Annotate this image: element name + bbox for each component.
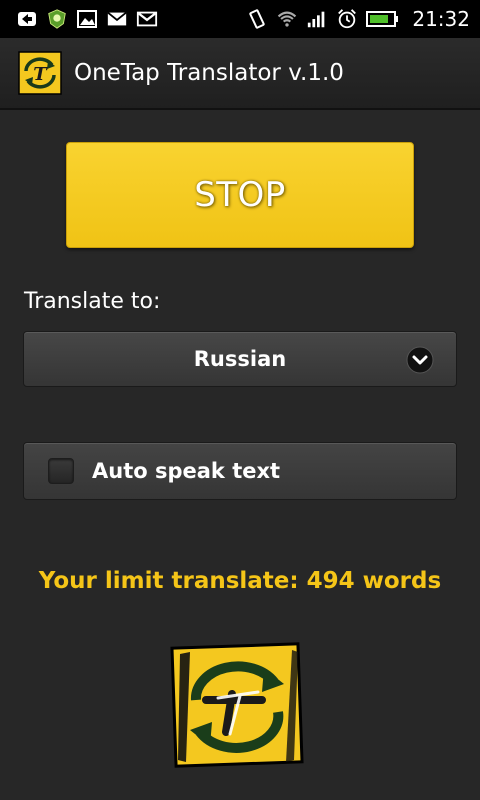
shield-app-icon: [46, 8, 68, 30]
auto-speak-toggle[interactable]: Auto speak text: [23, 442, 457, 500]
gmail-icon: [136, 8, 158, 30]
stop-button[interactable]: STOP: [66, 142, 414, 248]
stop-button-label: STOP: [194, 175, 286, 215]
auto-speak-label: Auto speak text: [92, 459, 281, 483]
app-logo-large-icon: [170, 640, 304, 770]
status-bar: 21:32: [0, 0, 480, 38]
back-arrow-icon: [16, 8, 38, 30]
language-select-value: Russian: [193, 347, 287, 371]
alarm-icon: [336, 8, 358, 30]
chevron-down-icon: [406, 346, 434, 374]
auto-speak-checkbox[interactable]: [48, 458, 74, 484]
battery-icon: [366, 8, 400, 30]
translate-to-label: Translate to:: [24, 289, 161, 314]
app-logo-icon: T: [18, 51, 62, 95]
action-bar: T OneTap Translator v.1.0: [0, 38, 480, 110]
gallery-icon: [76, 8, 98, 30]
wifi-icon: [276, 8, 298, 30]
vibrate-icon: [246, 8, 268, 30]
app-title: OneTap Translator v.1.0: [74, 60, 344, 86]
mail-icon: [106, 8, 128, 30]
clock-time: 21:32: [412, 7, 470, 31]
svg-text:T: T: [33, 64, 48, 85]
word-limit-text: Your limit translate: 494 words: [38, 568, 442, 594]
signal-icon: [306, 8, 328, 30]
language-select[interactable]: Russian: [23, 331, 457, 387]
